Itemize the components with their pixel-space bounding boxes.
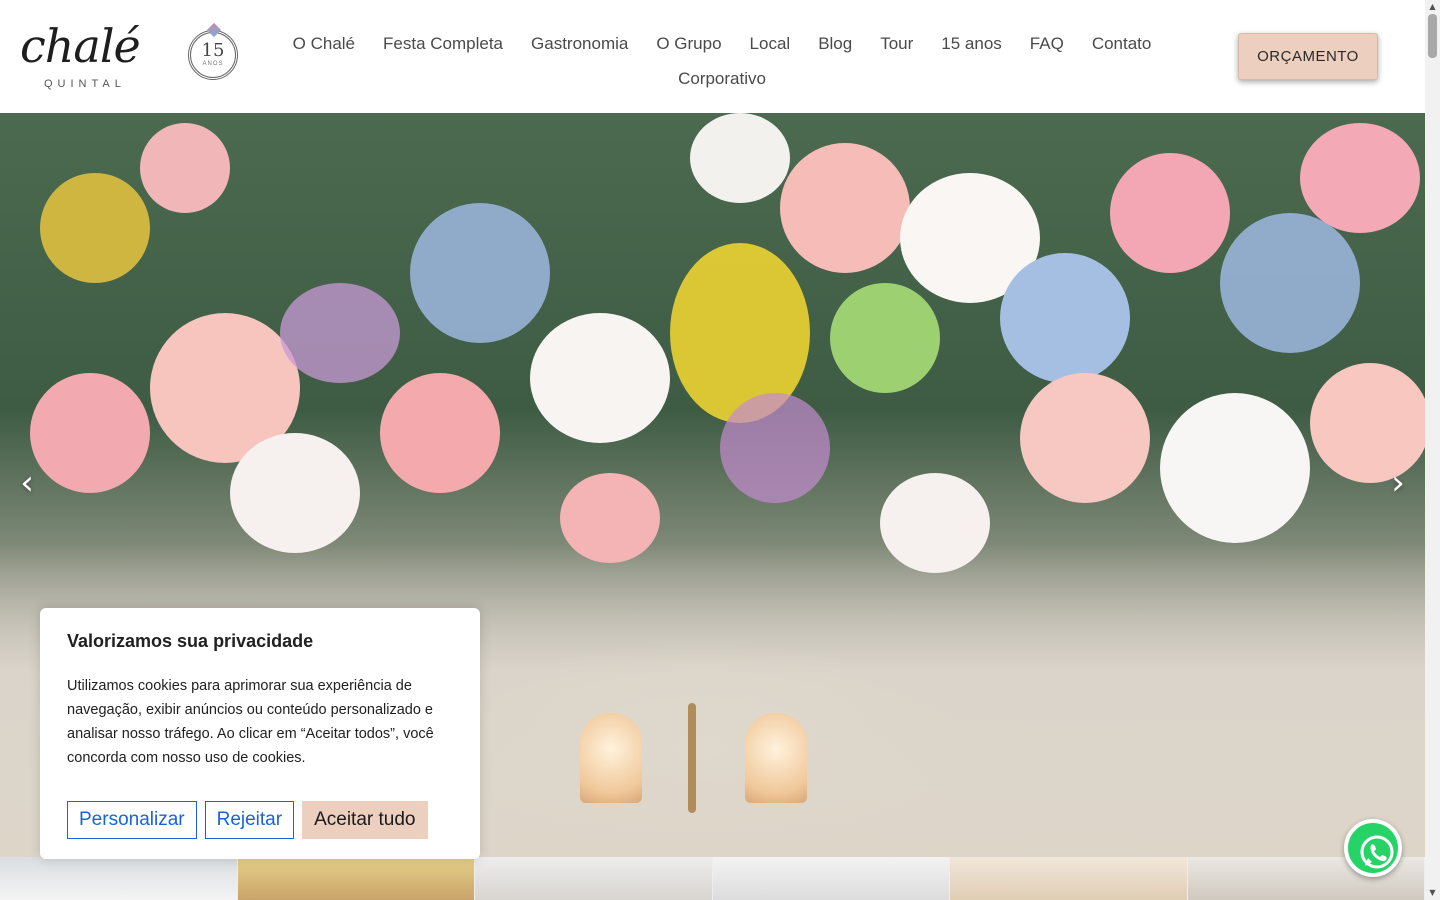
nav-item-festa-completa[interactable]: Festa Completa xyxy=(383,31,503,56)
reject-button[interactable]: Rejeitar xyxy=(204,801,295,839)
wall-lamp-right xyxy=(745,713,807,803)
nav-row-1: O Chalé Festa Completa Gastronomia O Gru… xyxy=(262,26,1182,61)
cookie-actions: Personalizar Rejeitar Aceitar tudo xyxy=(67,801,428,839)
wall-lamp-left xyxy=(580,713,642,803)
cookie-title: Valorizamos sua privacidade xyxy=(67,631,314,651)
page-scrollbar[interactable]: ▲ ▼ xyxy=(1425,0,1440,900)
thumbnail-2[interactable] xyxy=(237,857,475,900)
nav-item-o-grupo[interactable]: O Grupo xyxy=(656,31,721,56)
customize-button[interactable]: Personalizar xyxy=(67,801,197,839)
cookie-consent-dialog: Valorizamos sua privacidade Utilizamos c… xyxy=(40,608,480,859)
scroll-thumb[interactable] xyxy=(1428,14,1437,58)
orcamento-button[interactable]: ORÇAMENTO xyxy=(1238,33,1378,80)
nav-item-corporativo[interactable]: Corporativo xyxy=(678,66,766,91)
scroll-down-icon[interactable]: ▼ xyxy=(1428,889,1437,897)
accept-all-button[interactable]: Aceitar tudo xyxy=(302,801,428,839)
nav-item-15-anos[interactable]: 15 anos xyxy=(941,31,1002,56)
anniversary-badge: 15 ANOS xyxy=(188,22,238,80)
scroll-up-icon[interactable]: ▲ xyxy=(1428,3,1437,11)
nav-item-local[interactable]: Local xyxy=(750,31,791,56)
cookie-body: Utilizamos cookies para aprimorar sua ex… xyxy=(67,678,434,766)
gem-icon xyxy=(206,22,222,38)
thumbnail-strip xyxy=(0,857,1425,900)
wall-sconce-arm xyxy=(688,703,696,813)
nav-item-blog[interactable]: Blog xyxy=(818,31,852,56)
nav-row-2: Corporativo xyxy=(262,61,1182,96)
thumbnail-4[interactable] xyxy=(712,857,950,900)
thumbnail-1[interactable] xyxy=(0,857,238,900)
logo-script: chalé xyxy=(20,19,141,73)
thumbnail-3[interactable] xyxy=(475,857,713,900)
main-nav: O Chalé Festa Completa Gastronomia O Gru… xyxy=(262,26,1182,96)
badge-number: 15 xyxy=(201,40,225,61)
site-header: chalé QUINTAL 15 ANOS O Chalé Festa Comp… xyxy=(0,0,1425,113)
whatsapp-button[interactable] xyxy=(1344,819,1402,877)
carousel-prev-icon[interactable]: ‹ xyxy=(12,466,42,500)
logo-subtitle: QUINTAL xyxy=(44,78,126,90)
nav-item-o-chale[interactable]: O Chalé xyxy=(293,31,355,56)
thumbnail-5[interactable] xyxy=(950,857,1188,900)
nav-item-contato[interactable]: Contato xyxy=(1092,31,1152,56)
whatsapp-icon xyxy=(1360,835,1394,869)
logo[interactable]: chalé QUINTAL 15 ANOS xyxy=(20,18,238,94)
nav-item-gastronomia[interactable]: Gastronomia xyxy=(531,31,628,56)
nav-item-tour[interactable]: Tour xyxy=(880,31,913,56)
badge-subtitle: ANOS xyxy=(202,61,224,67)
carousel-next-icon[interactable]: › xyxy=(1383,466,1413,500)
nav-item-faq[interactable]: FAQ xyxy=(1030,31,1064,56)
